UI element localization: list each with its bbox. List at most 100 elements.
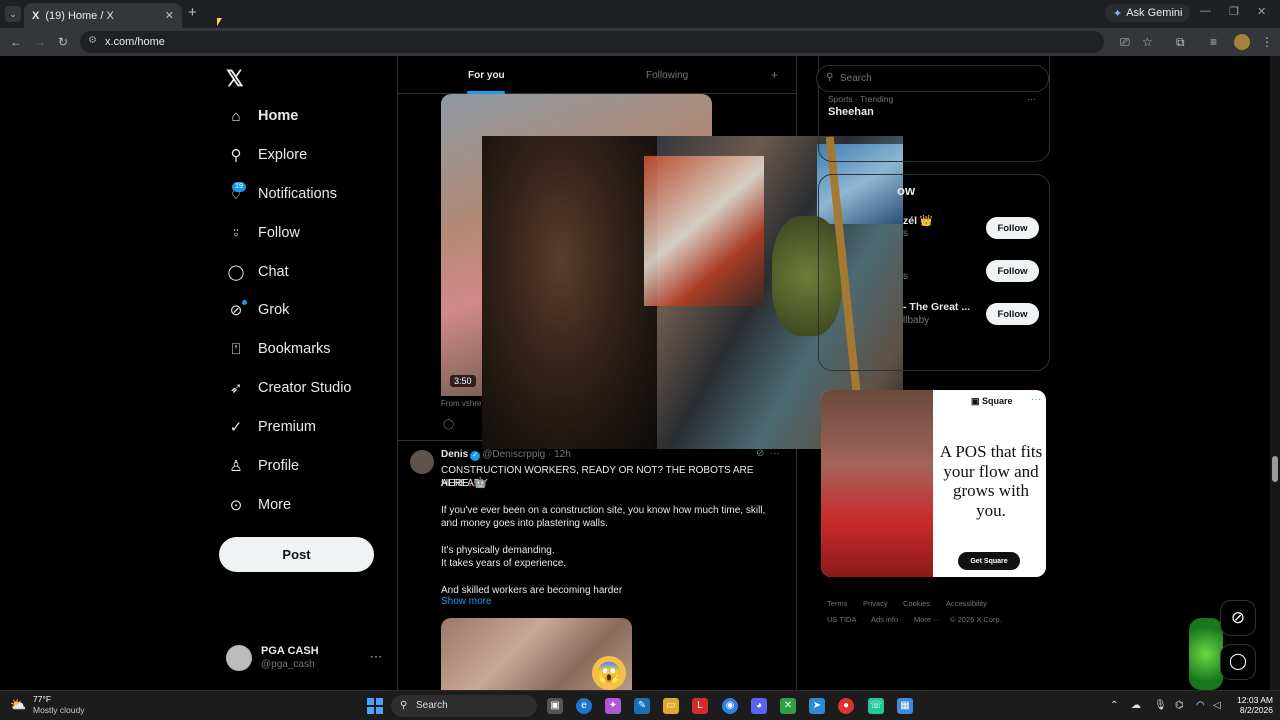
nav-follow[interactable]: ⍤ Follow xyxy=(226,221,299,245)
nav-profile[interactable]: ♙ Profile xyxy=(226,454,299,478)
copyright: © 2026 X Corp. xyxy=(950,615,1002,624)
address-bar[interactable]: ⚙ x.com/home xyxy=(80,31,1104,53)
windows-start-icon[interactable] xyxy=(367,698,383,714)
site-info-icon[interactable]: ⚙ xyxy=(88,35,97,46)
nav-home[interactable]: ⌂ Home xyxy=(226,104,298,128)
nav-premium[interactable]: ✓ Premium xyxy=(226,415,316,439)
edge-icon[interactable]: e xyxy=(576,698,592,714)
maximize-icon[interactable]: ❐ xyxy=(1229,5,1239,18)
footer-link-us-tida[interactable]: US TIDA xyxy=(827,615,856,624)
more-icon[interactable]: ··· xyxy=(770,448,780,459)
tweet-time: · 12h xyxy=(547,449,571,460)
footer-link-ads-info[interactable]: Ads info xyxy=(871,615,898,624)
cloud-icon[interactable]: ☁ xyxy=(1131,700,1141,711)
weather-temp[interactable]: 77°F xyxy=(33,694,51,704)
follow-button[interactable]: Follow xyxy=(986,260,1039,282)
nav-creator-studio[interactable]: ➶ Creator Studio xyxy=(226,376,352,400)
close-tab-icon[interactable]: ✕ xyxy=(165,9,174,22)
trend-name[interactable]: Sheehan xyxy=(828,106,874,118)
follow-suggestion-name[interactable]: - The Great ... xyxy=(903,301,970,313)
nav-more[interactable]: ⊙ More xyxy=(226,493,291,517)
account-switcher[interactable]: PGA CASH @pga_cash ··· xyxy=(226,643,386,673)
avatar[interactable] xyxy=(410,450,434,474)
browser-tab-strip: ⌄ X (19) Home / X ✕ + ✦ Ask Gemini — ❐ ✕ xyxy=(0,0,1280,28)
search-input[interactable]: ⚲ Search xyxy=(816,65,1049,92)
tab-following[interactable]: Following xyxy=(646,70,688,81)
footer-link-accessibility[interactable]: Accessibility xyxy=(946,599,987,608)
scrollbar-thumb[interactable] xyxy=(1272,456,1278,482)
footer-link-more[interactable]: More ··· xyxy=(914,615,941,624)
volume-icon[interactable]: ◁ xyxy=(1213,700,1221,711)
grok-icon[interactable]: ⊘ xyxy=(756,448,764,459)
follow-button[interactable]: Follow xyxy=(986,303,1039,325)
minimize-icon[interactable]: — xyxy=(1200,5,1211,17)
account-more-icon[interactable]: ··· xyxy=(370,649,382,663)
taskbar-clock[interactable]: 12:03 AM 8/2/2026 xyxy=(1233,695,1273,715)
app-l-icon[interactable]: L xyxy=(692,698,708,714)
follow-button[interactable]: Follow xyxy=(986,217,1039,239)
tweet-handle[interactable]: @Deniscrppig xyxy=(482,449,545,460)
nav-chat[interactable]: ◯ Chat xyxy=(226,260,289,284)
profile-avatar-icon[interactable] xyxy=(1234,34,1250,50)
footer-link-privacy[interactable]: Privacy xyxy=(863,599,888,608)
footer-link-cookies[interactable]: Cookies xyxy=(903,599,930,608)
trend-more-icon[interactable]: ··· xyxy=(1027,94,1036,104)
reply-icon[interactable]: ◯ xyxy=(443,419,454,430)
network-icon[interactable]: ⌬ xyxy=(1175,700,1184,711)
weather-icon[interactable]: ⛅ xyxy=(10,697,30,715)
nav-grok[interactable]: ⊘ Grok xyxy=(226,298,290,322)
telegram-icon[interactable]: ➤ xyxy=(809,698,825,714)
ad-brand: ▣ Square xyxy=(971,396,1013,406)
task-view-icon[interactable]: ▣ xyxy=(547,698,563,714)
close-window-icon[interactable]: ✕ xyxy=(1257,5,1266,18)
wifi-icon[interactable]: ◠ xyxy=(1196,700,1205,711)
whatsapp-icon[interactable]: ☏ xyxy=(868,698,884,714)
extensions-icon[interactable]: ⧉ xyxy=(1176,35,1185,50)
tweet-text-line: And skilled workers are becoming harder xyxy=(441,585,623,596)
get-square-button[interactable]: Get Square xyxy=(958,552,1020,570)
square-ad[interactable]: ▣ Square ··· A POS that fits your flow a… xyxy=(821,390,1046,577)
record-app-icon[interactable]: ● xyxy=(838,698,854,714)
grok-fab-icon[interactable]: ⊘ xyxy=(1220,600,1256,636)
xbox-icon[interactable]: ✕ xyxy=(780,698,796,714)
nav-bookmarks[interactable]: ⍞ Bookmarks xyxy=(226,337,330,361)
person-add-icon: ⍤ xyxy=(231,224,241,242)
page-scrollbar[interactable] xyxy=(1270,56,1280,690)
browser-toolbar: ← → ↻ ⚙ x.com/home ⎚ ☆ ⧉ ≡ ⋮ xyxy=(0,28,1280,56)
ask-gemini-button[interactable]: ✦ Ask Gemini xyxy=(1105,4,1191,22)
ad-more-icon[interactable]: ··· xyxy=(1031,394,1041,405)
new-tab-button[interactable]: + xyxy=(188,4,197,21)
copilot-icon[interactable]: ✦ xyxy=(605,698,621,714)
weather-desc[interactable]: Mostly cloudy xyxy=(33,705,85,715)
photos-icon[interactable]: ▦ xyxy=(897,698,913,714)
follow-suggestion-name[interactable]: zél 👑 xyxy=(903,214,933,227)
post-button[interactable]: Post xyxy=(219,537,374,572)
browser-tab[interactable]: X (19) Home / X ✕ xyxy=(24,3,182,28)
chat-fab-icon[interactable]: ◯ xyxy=(1220,644,1256,680)
show-more-link[interactable]: Show more xyxy=(441,596,492,607)
tweet-media[interactable]: 😱 xyxy=(441,618,632,690)
file-explorer-icon[interactable]: ▭ xyxy=(663,698,679,714)
chat-icon: ◯ xyxy=(227,264,245,281)
nav-explore[interactable]: ⚲ Explore xyxy=(226,143,308,167)
reading-list-icon[interactable]: ≡ xyxy=(1210,35,1217,49)
tray-chevron-icon[interactable]: ⌃ xyxy=(1110,700,1118,711)
menu-kebab-icon[interactable]: ⋮ xyxy=(1261,35,1273,49)
reload-icon[interactable]: ↻ xyxy=(58,35,68,49)
taskbar-search[interactable]: ⚲ Search xyxy=(391,695,537,717)
x-logo-icon[interactable]: 𝕏 xyxy=(226,66,244,92)
active-tab-indicator xyxy=(467,91,505,94)
footer-link-terms[interactable]: Terms xyxy=(827,599,847,608)
tab-for-you[interactable]: For you xyxy=(468,70,505,81)
discord-icon[interactable]: ◕ xyxy=(751,698,767,714)
install-app-icon[interactable]: ⎚ xyxy=(1120,35,1130,50)
bookmark-star-icon[interactable]: ☆ xyxy=(1142,35,1153,49)
back-icon[interactable]: ← xyxy=(10,35,22,49)
tweet-author[interactable]: Denis xyxy=(441,449,468,460)
forward-icon[interactable]: → xyxy=(34,35,46,49)
microphone-icon[interactable]: 🎙 xyxy=(1154,700,1167,711)
add-tab-icon[interactable]: + xyxy=(771,68,778,82)
chrome-icon[interactable]: ◉ xyxy=(722,698,738,714)
pen-app-icon[interactable]: ✎ xyxy=(634,698,650,714)
tab-search-dropdown-icon[interactable]: ⌄ xyxy=(5,6,21,22)
